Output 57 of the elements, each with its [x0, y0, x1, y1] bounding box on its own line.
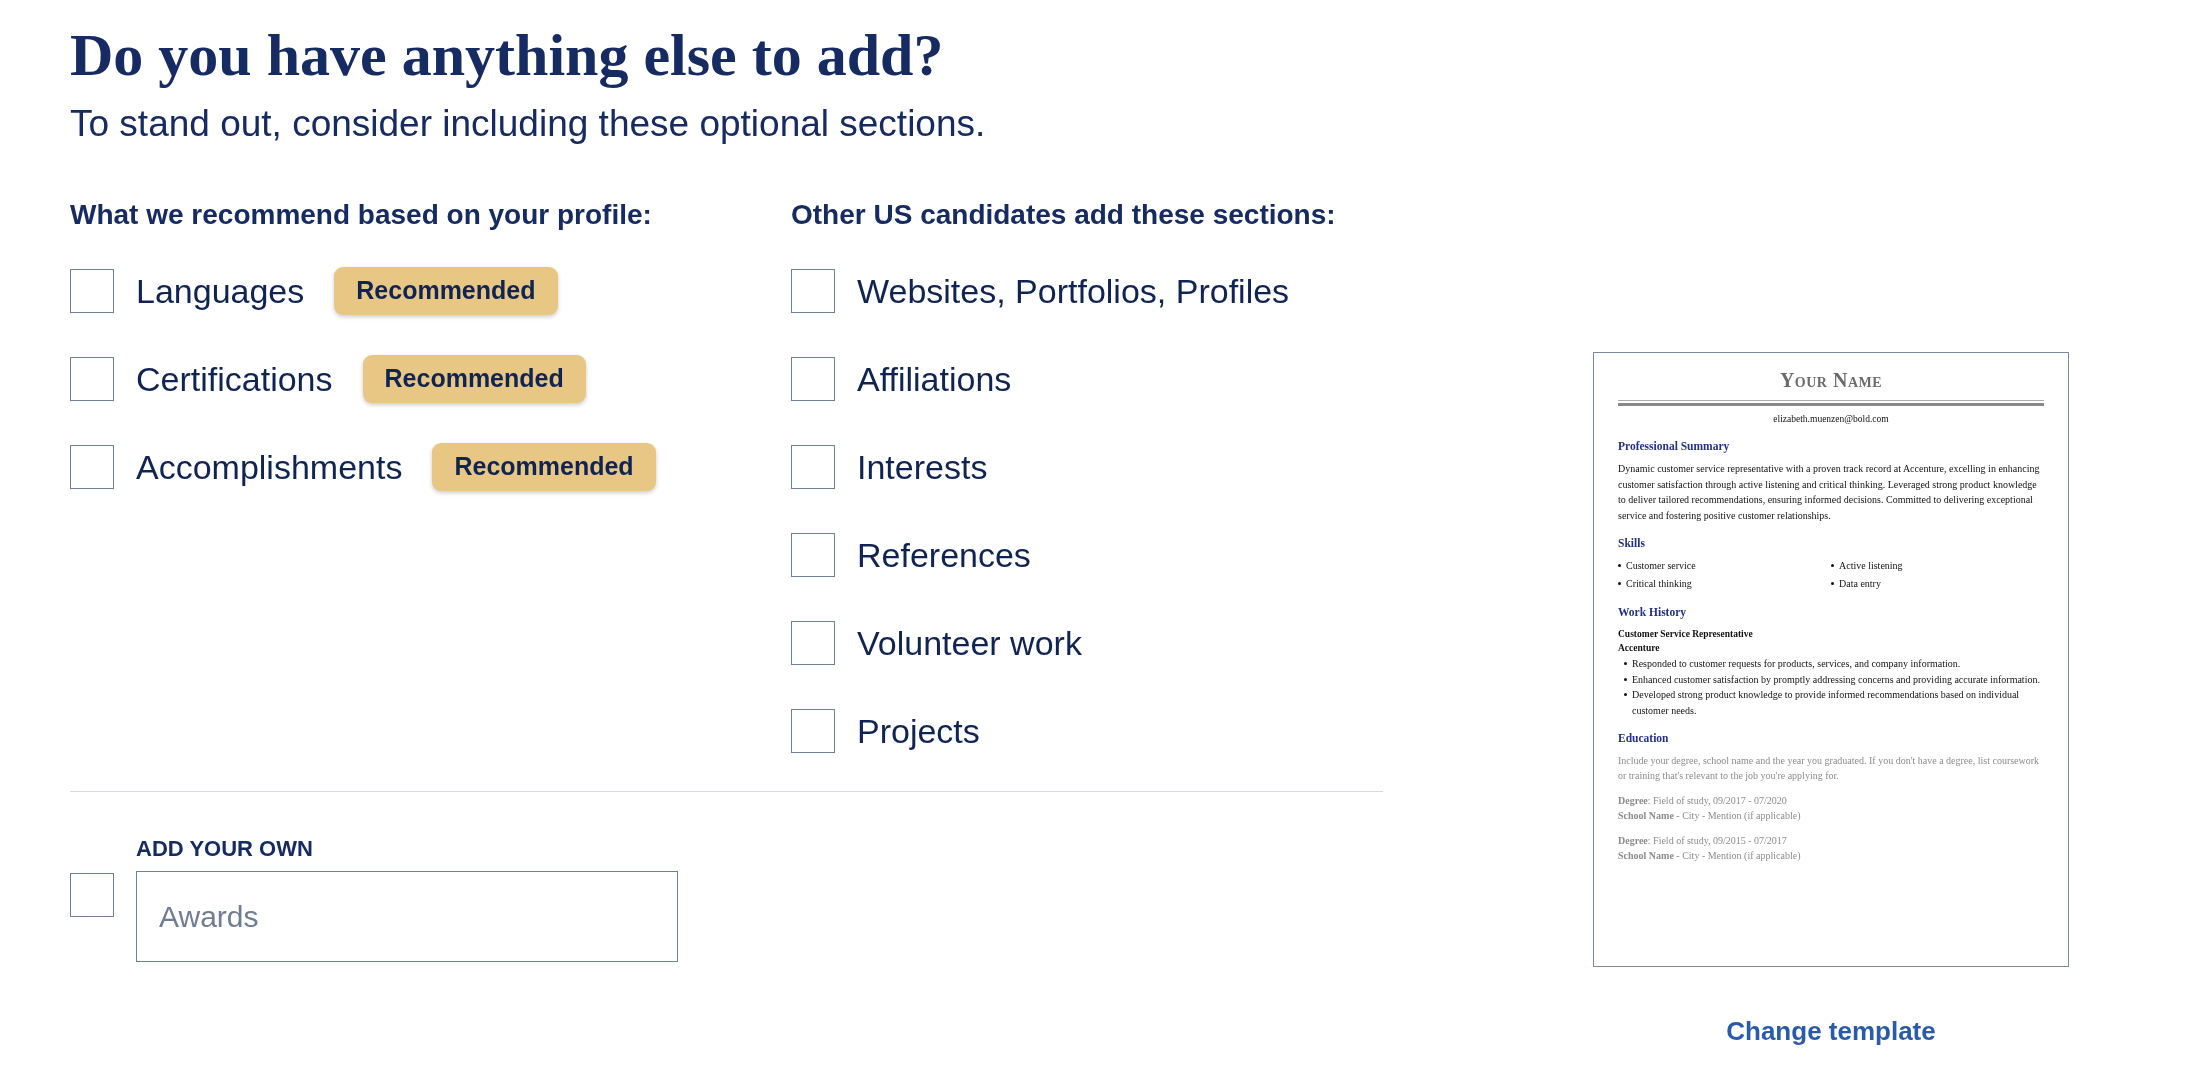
resume-text: Enhanced customer satisfaction by promptly addressing concerns and providing accurate information.	[1632, 672, 2040, 687]
checkbox[interactable]	[791, 709, 835, 754]
section-label: ADD YOUR OWN	[136, 835, 314, 864]
recommended-tag: Recommended	[334, 267, 558, 315]
resume-text: Responded to customer requests for products, services, and company information.	[1632, 657, 1961, 672]
resume-section-title: Professional Summary	[1618, 439, 1731, 455]
resume-text: Active listening	[1839, 558, 1903, 573]
resume-text: Degree: Field of study, 09/2015 - 07/2017	[1618, 833, 1788, 848]
resume-text: School Name - City - Mention (if applicable)	[1618, 809, 1802, 824]
option-label: Languages	[136, 270, 305, 312]
checkbox[interactable]	[70, 873, 114, 918]
page-heading: Do you have anything else to add?	[70, 22, 945, 88]
bullet-icon	[1618, 582, 1621, 586]
change-template-link[interactable]: Change template	[1593, 1010, 2069, 1052]
checkbox[interactable]	[70, 357, 114, 402]
option-label: Websites, Portfolios, Profiles	[857, 270, 1290, 312]
option-label: Certifications	[136, 358, 333, 400]
text-field[interactable]: Awards	[136, 871, 678, 963]
resume-text: Include your degree, school name and the year you graduated. If you don't have a degree, list coursework or training that's relevant to the job you're applying for.	[1618, 753, 2041, 784]
resume-section-title: Work History	[1618, 604, 1688, 621]
resume-section-title: Education	[1618, 731, 1670, 747]
checkbox[interactable]	[70, 269, 114, 314]
resume-section-title: Skills	[1618, 536, 1646, 552]
option-label: Affiliations	[857, 358, 1012, 400]
page-subheading: To stand out, consider including these optional sections.	[70, 102, 987, 146]
recommended-tag: Recommended	[432, 443, 656, 491]
bullet-icon	[1624, 677, 1627, 681]
bullet-icon	[1624, 693, 1627, 697]
recommended-tag: Recommended	[362, 355, 586, 403]
resume-text: Developed strong product knowledge to provide informed recommendations based on individual customer needs.	[1632, 688, 2021, 718]
bullet-icon	[1831, 582, 1834, 586]
resume-job-title: Customer Service Representative	[1618, 627, 1754, 641]
resume-text: Customer service	[1626, 558, 1696, 573]
resume-name: Your Name	[1778, 367, 1884, 393]
resume-email: elizabeth.muenzen@bold.com	[1772, 412, 1890, 426]
bullet-icon	[1831, 563, 1834, 567]
resume-text: School Name - City - Mention (if applicable)	[1618, 849, 1802, 864]
column-heading: What we recommend based on your profile:	[70, 197, 653, 232]
option-label: Volunteer work	[857, 622, 1082, 664]
resume-text: Critical thinking	[1626, 577, 1692, 592]
option-label: Interests	[857, 446, 988, 488]
checkbox[interactable]	[791, 621, 835, 666]
checkbox[interactable]	[791, 445, 835, 490]
option-label: Accomplishments	[136, 446, 403, 488]
resume-text: Data entry	[1839, 577, 1881, 592]
option-label: Projects	[857, 710, 980, 752]
checkbox[interactable]	[791, 533, 835, 578]
resume-text: Degree: Field of study, 09/2017 - 07/2020	[1618, 793, 1788, 808]
checkbox[interactable]	[791, 357, 835, 402]
resume-company: Accenture	[1618, 642, 1661, 656]
bullet-icon	[1618, 563, 1621, 567]
checkbox[interactable]	[70, 445, 114, 490]
option-label: References	[857, 534, 1031, 576]
bullet-icon	[1624, 662, 1627, 666]
column-heading: Other US candidates add these sections:	[791, 197, 1336, 232]
checkbox[interactable]	[791, 269, 835, 314]
resume-text: Dynamic customer service representative with a proven track record at Accenture, excelling in enhancing customer satisfaction through active listening and critical thinking. Leveraged strong product knowledge to deliver tailored recommendations, ensuring informed decisions. Committed to delivering exceptional service and fostering positive customer relationships.	[1618, 462, 2041, 523]
